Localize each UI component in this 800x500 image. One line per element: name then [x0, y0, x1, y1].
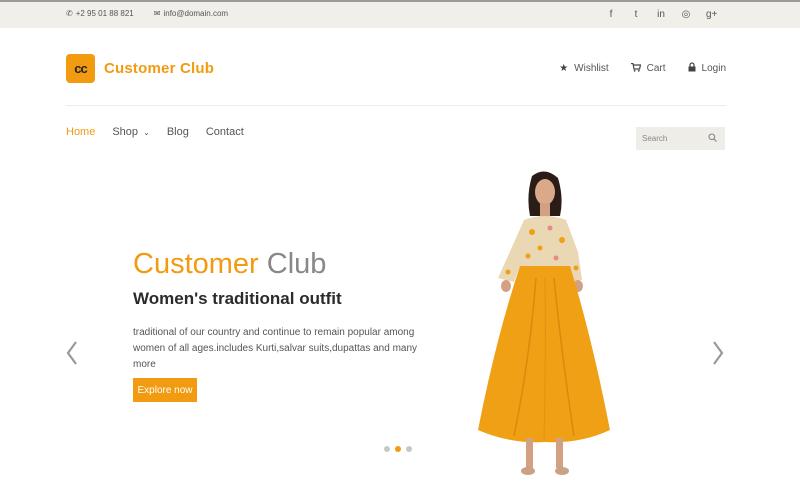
wishlist-link[interactable]: ★ Wishlist — [559, 62, 608, 75]
cart-link[interactable]: Cart — [630, 62, 666, 75]
linkedin-icon[interactable]: in — [656, 8, 666, 22]
lock-icon — [688, 62, 696, 75]
hero-title: Customer Club — [133, 248, 326, 281]
slider-dot[interactable] — [406, 446, 412, 452]
search-input[interactable] — [642, 134, 708, 143]
search-icon[interactable] — [708, 133, 717, 144]
twitter-icon[interactable]: t — [631, 8, 641, 22]
chevron-right-icon[interactable] — [710, 338, 726, 368]
facebook-icon[interactable]: f — [606, 8, 616, 22]
phone-contact: ✆ +2 95 01 88 821 — [66, 9, 134, 18]
hero-description: traditional of our country and continue … — [133, 327, 418, 370]
nav-shop[interactable]: Shop ⌄ — [112, 126, 149, 138]
phone-number: +2 95 01 88 821 — [75, 9, 134, 18]
main-nav: Home Shop ⌄ Blog Contact — [66, 126, 244, 138]
email-contact[interactable]: ✉ info@domain.com — [154, 9, 228, 18]
google-plus-icon[interactable]: g+ — [706, 8, 717, 22]
hero-model-image — [478, 171, 610, 475]
login-link[interactable]: Login — [688, 62, 726, 75]
site-header: cc Customer Club ★ Wishlist Cart Login — [66, 54, 726, 106]
site-logo[interactable]: cc Customer Club — [66, 54, 214, 83]
logo-text: Customer Club — [104, 60, 215, 77]
contact-info: ✆ +2 95 01 88 821 ✉ info@domain.com — [66, 9, 228, 18]
phone-icon: ✆ — [66, 9, 73, 18]
cart-label: Cart — [646, 63, 666, 74]
chevron-down-icon: ⌄ — [143, 128, 150, 137]
nav-blog[interactable]: Blog — [167, 126, 189, 138]
logo-badge: cc — [66, 54, 95, 83]
nav-home[interactable]: Home — [66, 126, 95, 138]
hero-title-club: Club — [266, 248, 327, 280]
cart-icon — [630, 62, 641, 75]
star-icon: ★ — [559, 63, 569, 74]
nav-contact[interactable]: Contact — [206, 126, 244, 138]
slider-dot[interactable] — [384, 446, 390, 452]
nav-shop-label: Shop — [112, 126, 139, 138]
top-bar: ✆ +2 95 01 88 821 ✉ info@domain.com f t … — [0, 0, 800, 28]
email-address[interactable]: info@domain.com — [163, 9, 228, 18]
envelope-icon: ✉ — [153, 9, 161, 18]
chevron-left-icon[interactable] — [64, 338, 80, 368]
social-links: f t in ◎ g+ — [606, 8, 718, 22]
wishlist-label: Wishlist — [574, 63, 609, 74]
slider-dots — [384, 446, 412, 452]
login-label: Login — [701, 63, 726, 74]
hero-subtitle: Women's traditional outfit — [133, 289, 342, 308]
search-box — [636, 127, 725, 150]
header-links: ★ Wishlist Cart Login — [559, 62, 726, 75]
hero-title-brand: Customer — [133, 248, 259, 280]
explore-now-button[interactable]: Explore now — [133, 378, 197, 402]
dribbble-icon[interactable]: ◎ — [681, 8, 691, 22]
slider-dot-active[interactable] — [395, 446, 401, 452]
